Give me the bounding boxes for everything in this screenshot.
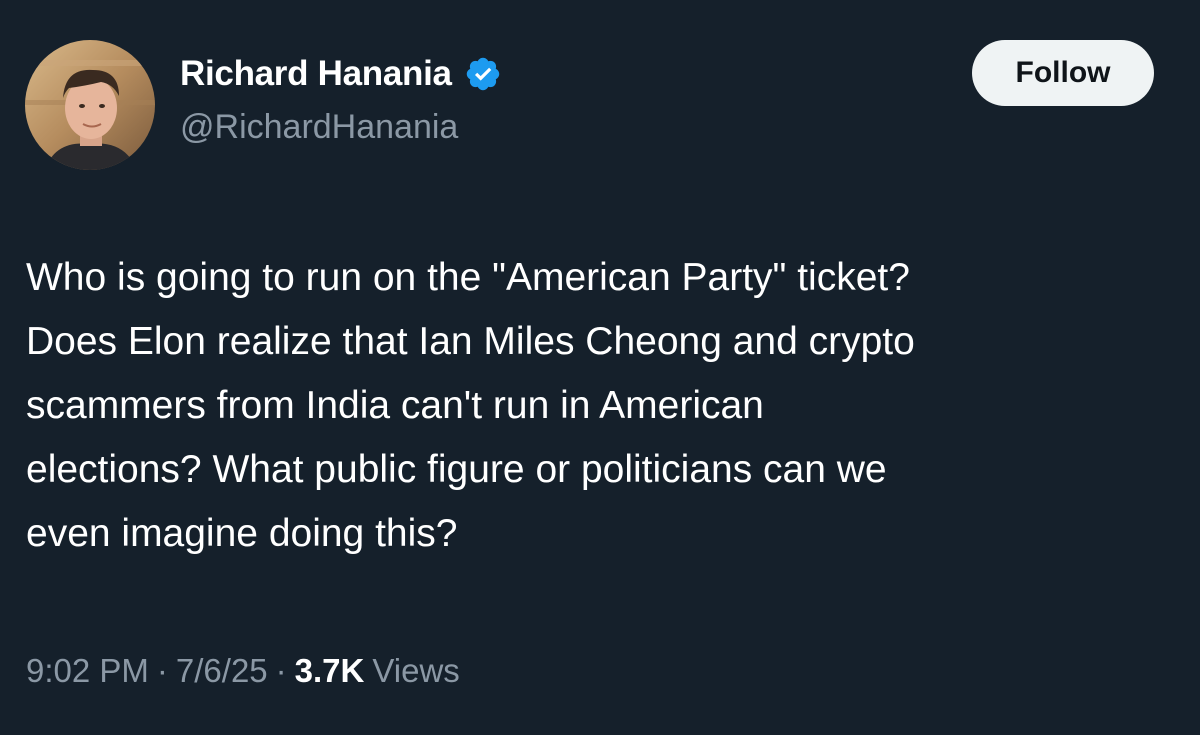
avatar-image [25,40,155,170]
meta-separator: · [275,652,287,689]
views-count[interactable]: 3.7K [295,652,365,690]
tweet-text-line: Does Elon realize that Ian Miles Cheong … [26,320,915,363]
tweet-card: Richard Hanania @RichardHanania Follow W… [0,0,1200,735]
tweet-time[interactable]: 9:02 PM [26,652,149,690]
tweet-text: Who is going to run on the "American Par… [26,246,1176,566]
meta-separator: · [156,652,168,689]
display-name[interactable]: Richard Hanania [180,54,452,94]
author-name-row: Richard Hanania [180,50,502,98]
tweet-text-line: Who is going to run on the "American Par… [26,256,910,299]
follow-button[interactable]: Follow [972,40,1154,106]
tweet-date[interactable]: 7/6/25 [176,652,268,690]
tweet-text-line: even imagine doing this? [26,512,458,555]
tweet-text-line: elections? What public figure or politic… [26,448,887,491]
tweet-meta: 9:02 PM · 7/6/25 · 3.7K Views [26,652,460,690]
verified-badge-icon [464,55,502,93]
author-handle[interactable]: @RichardHanania [180,108,458,147]
avatar[interactable] [25,40,155,170]
tweet-text-line: scammers from India can't run in America… [26,384,764,427]
views-label: Views [372,652,460,689]
